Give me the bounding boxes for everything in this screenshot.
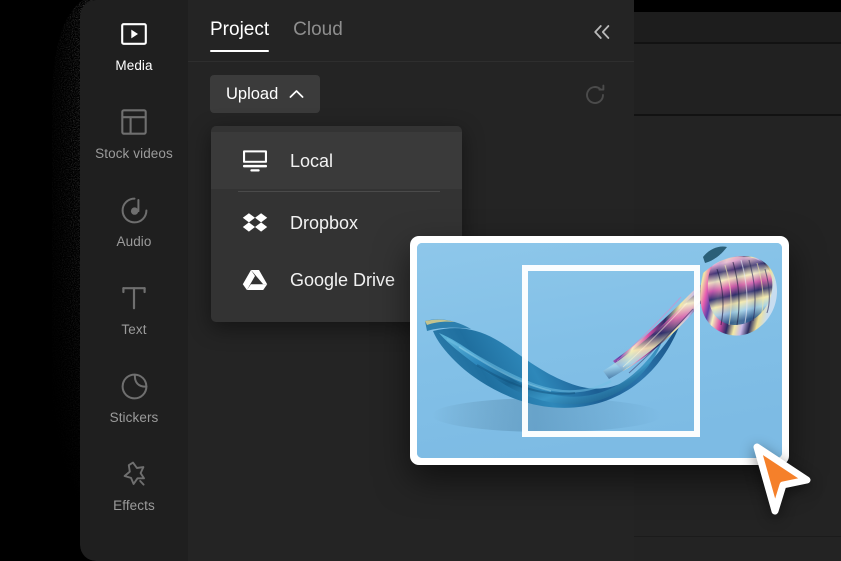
upload-button-label: Upload (226, 84, 279, 103)
sidebar-item-label: Audio (116, 234, 152, 249)
audio-note-icon (121, 190, 148, 230)
sidebar-item-label: Text (121, 322, 147, 337)
tab-project[interactable]: Project (210, 17, 270, 52)
sidebar-item-label: Stickers (109, 410, 159, 425)
panel-header: Project Cloud (188, 0, 634, 62)
sidebar-item-text[interactable]: Text (80, 278, 188, 366)
sidebar: Media Stock videos Audio Text Stickers E… (80, 0, 188, 561)
sidebar-item-audio[interactable]: Audio (80, 190, 188, 278)
sidebar-nav: Media Stock videos Audio Text Stickers E… (80, 14, 188, 542)
refresh-icon[interactable] (583, 83, 607, 107)
sidebar-item-label: Media (115, 58, 153, 73)
sidebar-item-effects[interactable]: Effects (80, 454, 188, 542)
text-t-icon (121, 278, 147, 318)
menu-item-label: Google Drive (290, 269, 396, 290)
sidebar-item-stock-videos[interactable]: Stock videos (80, 102, 188, 190)
dragged-media-thumbnail[interactable] (410, 236, 789, 465)
menu-item-label: Local (290, 150, 334, 171)
screen: Media Stock videos Audio Text Stickers E… (0, 0, 841, 561)
panel-tabs: Project Cloud (210, 17, 343, 52)
menu-item-label: Dropbox (290, 212, 359, 233)
sidebar-item-label: Effects (113, 498, 155, 513)
sidebar-item-stickers[interactable]: Stickers (80, 366, 188, 454)
sidebar-item-label: Stock videos (95, 146, 173, 161)
google-drive-icon (242, 267, 268, 293)
media-play-icon (121, 14, 147, 54)
chevron-double-left-icon[interactable] (589, 19, 615, 45)
tab-cloud[interactable]: Cloud (293, 17, 343, 52)
effects-star-icon (120, 454, 148, 494)
chevron-up-icon (289, 89, 304, 99)
upload-button[interactable]: Upload (210, 75, 321, 113)
monitor-icon (242, 148, 268, 174)
menu-divider (238, 191, 440, 192)
panel-toolbar: Upload (188, 62, 634, 124)
menu-item-local[interactable]: Local (211, 132, 462, 189)
sticker-circle-icon (121, 366, 148, 406)
dropbox-icon (242, 210, 268, 236)
thumbnail-image (417, 243, 782, 458)
sidebar-item-media[interactable]: Media (80, 14, 188, 102)
layout-grid-icon (121, 102, 147, 142)
thumbnail-frame-overlay (522, 265, 700, 437)
